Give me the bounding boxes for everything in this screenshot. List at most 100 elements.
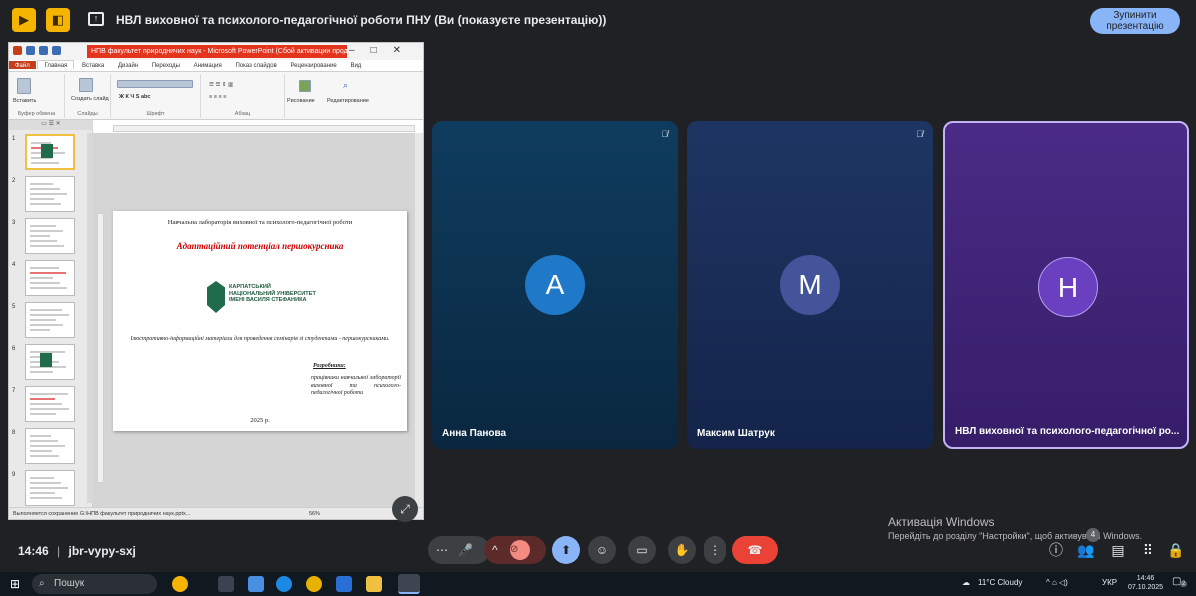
taskbar-search[interactable]: ⌕ Пошук	[32, 574, 157, 594]
chat-icon[interactable]: ▤	[1108, 540, 1128, 560]
participant-tile-self[interactable]: Н НВЛ виховної та психолого-педагогічної…	[943, 121, 1189, 449]
active-app-icon[interactable]	[398, 574, 420, 594]
activities-icon[interactable]: ⠿	[1138, 540, 1158, 560]
paragraph-group: ☰ ☰ ⇕ ▥ ≡ ≡ ≡ ≡ Абзац	[201, 74, 285, 118]
captions-icon: ▭	[636, 543, 648, 557]
ppt-window-controls[interactable]: –□✕	[349, 45, 417, 56]
tile-view-icon[interactable]: ◧	[46, 8, 70, 32]
slide-thumbnails-panel: ▭ ☰ ✕ 1 2 3 4 5 6 7 8 9	[9, 120, 93, 507]
mic-off-icon: 🎙̸	[661, 129, 668, 139]
slide-thumbnail[interactable]	[25, 218, 75, 254]
ppt-title-bar: НПВ факультет природничих наук - Microso…	[9, 43, 423, 60]
vertical-ruler	[97, 213, 104, 483]
end-call-icon: ☎	[747, 543, 763, 557]
present-button[interactable]: ⬆	[552, 536, 580, 564]
tab-transitions[interactable]: Переходы	[146, 61, 186, 69]
bold-italic-icons[interactable]: Ж К Ч S abc	[119, 94, 150, 100]
leave-call-button[interactable]: ☎	[732, 536, 778, 564]
file-explorer-icon[interactable]	[366, 576, 382, 592]
host-controls-icon[interactable]: 🔒	[1166, 540, 1186, 560]
watermark-text: Перейдіть до розділу "Настройки", щоб ак…	[888, 531, 1143, 541]
more-options-button[interactable]: ⋮	[704, 536, 726, 564]
taskbar-clock[interactable]: 14:46 07.10.2025	[1128, 574, 1163, 592]
widgets-icon[interactable]	[172, 576, 188, 592]
presentation-app-icon[interactable]: ▶	[12, 8, 36, 32]
list-icons[interactable]: ☰ ☰ ⇕ ▥	[209, 82, 233, 88]
clock-time: 14:46	[1136, 575, 1155, 582]
slide-lab-heading: Навчальна лабораторія виховної та психол…	[167, 219, 353, 226]
paste-label: Вставить	[13, 98, 37, 104]
more-mic-options-icon[interactable]: ⋯	[436, 543, 448, 557]
tray-icons[interactable]: ^ ⌂ ◁)	[1046, 578, 1068, 587]
weather-text[interactable]: 11°C Cloudy	[978, 578, 1022, 587]
mic-icon[interactable]: 🎤	[458, 536, 473, 564]
slide-thumbnail[interactable]	[25, 470, 75, 506]
avatar: М	[780, 255, 840, 315]
align-icons[interactable]: ≡ ≡ ≡ ≡	[209, 94, 226, 100]
stop-presenting-button[interactable]: Зупинити презентацію	[1090, 8, 1180, 34]
camera-off-icon[interactable]: ⊘	[510, 540, 530, 560]
thumbnail-number: 5	[12, 304, 16, 310]
new-slide-icon[interactable]	[79, 78, 93, 92]
tab-insert[interactable]: Вставка	[76, 61, 110, 69]
participant-tile-maksym[interactable]: 🎙̸ М Максим Шатрук	[687, 121, 933, 449]
tab-review[interactable]: Рецензирование	[284, 61, 342, 69]
avatar: Н	[1038, 257, 1098, 317]
participants-count-badge: 4	[1086, 528, 1100, 542]
captions-button[interactable]: ▭	[628, 536, 656, 564]
slide-thumbnail[interactable]	[25, 176, 75, 212]
thumbnail-number: 1	[12, 136, 16, 142]
shapes-icon[interactable]	[299, 80, 311, 92]
tab-design[interactable]: Дизайн	[112, 61, 144, 69]
slide-scrollbar[interactable]	[415, 133, 423, 507]
tab-view[interactable]: Вид	[344, 61, 367, 69]
present-screen-icon: ↑	[88, 12, 104, 26]
windows-start-icon[interactable]: ⊞	[10, 577, 24, 591]
university-logo-icon	[207, 281, 225, 313]
tab-file[interactable]: Файл	[9, 61, 36, 69]
notifications-icon[interactable]: ▢ 2	[1172, 576, 1188, 587]
raise-hand-button[interactable]: ✋	[668, 536, 696, 564]
tab-animation[interactable]: Анимация	[188, 61, 228, 69]
slide-thumbnail[interactable]	[25, 344, 75, 380]
weather-icon[interactable]: ☁	[962, 578, 970, 587]
slide-thumbnail[interactable]	[25, 428, 75, 464]
slide-thumbnail[interactable]	[25, 260, 75, 296]
find-icon[interactable]: ⌕	[343, 80, 348, 91]
stop-presenting-label-2: презентацію	[1106, 21, 1164, 32]
save-icon[interactable]	[26, 46, 35, 55]
reactions-button[interactable]: ☺	[588, 536, 616, 564]
language-indicator[interactable]: УКР	[1102, 578, 1117, 587]
info-icon[interactable]: ⓘ	[1046, 540, 1066, 560]
telegram-icon[interactable]	[336, 576, 352, 592]
copilot-icon[interactable]	[248, 576, 264, 592]
task-view-icon[interactable]	[218, 576, 234, 592]
slides-group: Создать слайд Слайды	[65, 74, 111, 118]
chevron-up-icon[interactable]: ^	[492, 543, 498, 557]
expand-icon[interactable]: ⤢	[392, 496, 418, 522]
paste-icon[interactable]	[17, 78, 31, 94]
slide-year: 2025 р.	[250, 417, 270, 424]
tab-home[interactable]: Главная	[37, 60, 75, 69]
tab-slideshow[interactable]: Показ слайдов	[229, 61, 282, 69]
font-selector[interactable]	[117, 80, 193, 88]
developers-label: Розробники:	[313, 363, 346, 369]
current-slide[interactable]: Навчальна лабораторія виховної та психол…	[113, 211, 407, 431]
slide-thumbnail[interactable]	[25, 386, 75, 422]
people-icon[interactable]: 👥 4	[1076, 528, 1100, 560]
ppt-ribbon: Вставить Буфер обмена Создать слайд Слай…	[9, 72, 423, 120]
mic-off-icon: 🎙̸	[916, 129, 923, 139]
participant-name: Анна Панова	[442, 428, 507, 439]
thumbnail-number: 3	[12, 220, 16, 226]
editing-group: ⌕ Редактирование	[325, 74, 377, 118]
undo-icon[interactable]	[39, 46, 48, 55]
edge-icon[interactable]	[276, 576, 292, 592]
chrome-icon[interactable]	[306, 576, 322, 592]
participant-name: НВЛ виховної та психолого-педагогічної р…	[955, 426, 1180, 437]
participant-tile-anna[interactable]: 🎙̸ А Анна Панова	[432, 121, 678, 449]
ppt-ribbon-tabs: Файл Главная Вставка Дизайн Переходы Ани…	[9, 60, 423, 72]
redo-icon[interactable]	[52, 46, 61, 55]
slide-thumbnail[interactable]	[25, 134, 75, 170]
slide-thumbnail[interactable]	[25, 302, 75, 338]
zoom-level[interactable]: 56%	[309, 508, 320, 519]
